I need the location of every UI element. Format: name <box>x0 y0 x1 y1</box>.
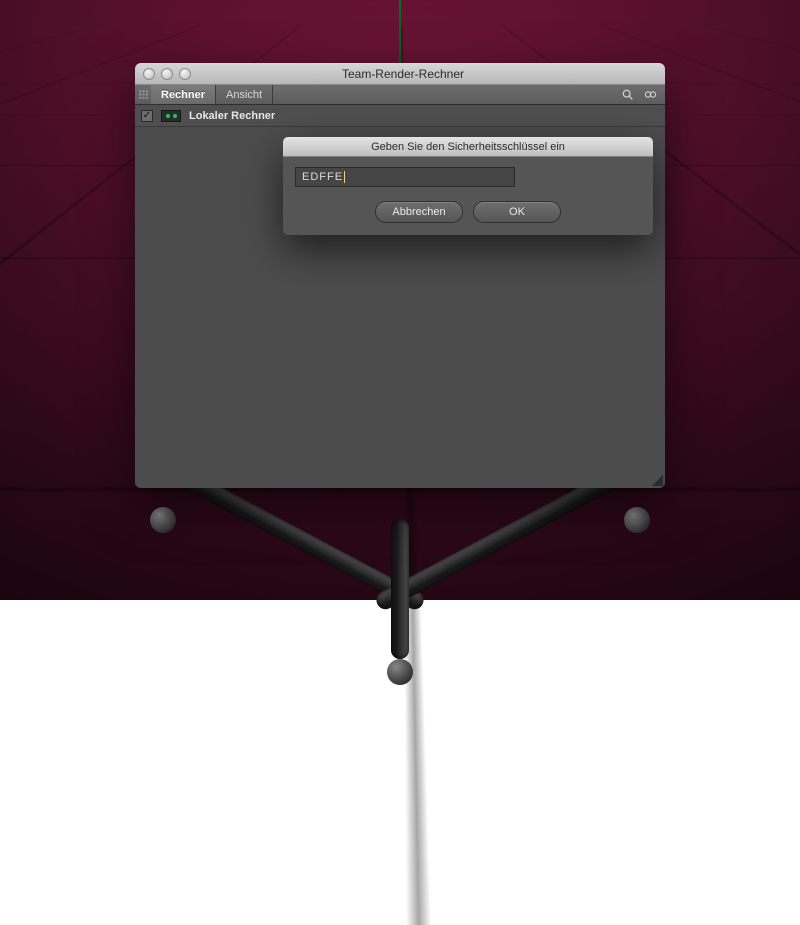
text-caret <box>344 171 345 183</box>
status-indicator <box>161 110 181 122</box>
titlebar[interactable]: Team-Render-Rechner <box>135 63 665 85</box>
window-title: Team-Render-Rechner <box>149 67 657 81</box>
cancel-button[interactable]: Abbrechen <box>375 201 463 223</box>
tab-bar: Rechner Ansicht <box>135 85 665 105</box>
tab-rechner[interactable]: Rechner <box>151 85 216 104</box>
security-key-input[interactable]: EDFFE <box>295 167 515 187</box>
truss-object <box>160 515 640 665</box>
button-label: OK <box>509 206 525 218</box>
options-icon[interactable] <box>644 88 657 101</box>
dialog-title: Geben Sie den Sicherheitsschlüssel ein <box>283 137 653 157</box>
tab-ansicht[interactable]: Ansicht <box>216 85 273 104</box>
security-key-dialog: Geben Sie den Sicherheitsschlüssel ein E… <box>283 137 653 235</box>
button-label: Abbrechen <box>392 206 445 218</box>
input-value: EDFFE <box>302 171 343 183</box>
tab-label: Rechner <box>161 89 205 101</box>
grip-icon[interactable] <box>135 85 151 104</box>
ok-button[interactable]: OK <box>473 201 561 223</box>
team-render-window: Team-Render-Rechner Rechner Ansicht ✓ Lo… <box>135 63 665 488</box>
tab-label: Ansicht <box>226 89 262 101</box>
resize-handle[interactable] <box>652 475 663 486</box>
search-icon[interactable] <box>621 88 634 101</box>
machine-row[interactable]: ✓ Lokaler Rechner <box>135 105 665 127</box>
machine-label: Lokaler Rechner <box>189 110 275 122</box>
machine-checkbox[interactable]: ✓ <box>141 110 153 122</box>
